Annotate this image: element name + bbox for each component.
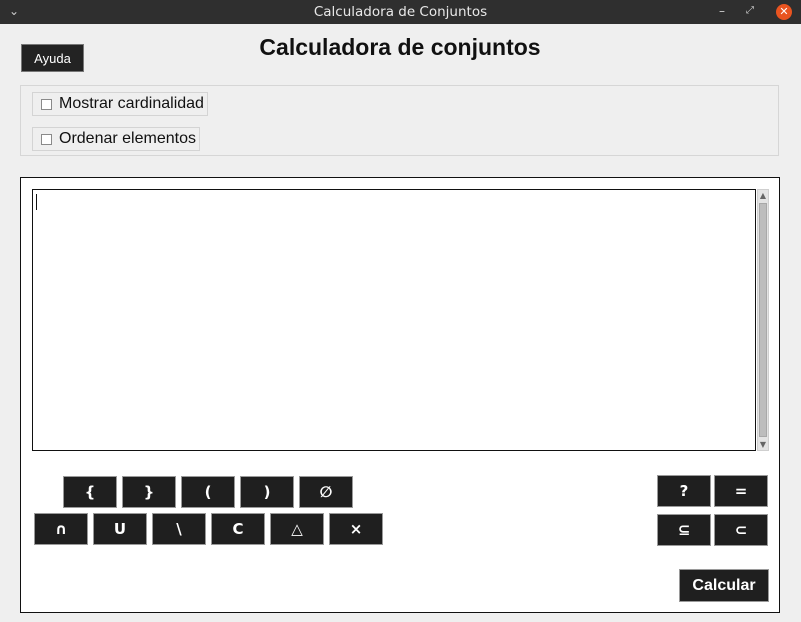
expression-input[interactable] <box>32 189 756 451</box>
checkbox-icon[interactable] <box>41 99 52 110</box>
options-panel: Mostrar cardinalidad Ordenar elementos <box>20 85 779 156</box>
union-button[interactable]: U <box>93 513 147 545</box>
membership-query-button[interactable]: ? <box>657 475 711 507</box>
close-icon[interactable]: ✕ <box>776 4 792 20</box>
page-title: Calculadora de conjuntos <box>259 34 541 60</box>
open-brace-button[interactable]: { <box>63 476 117 508</box>
help-button[interactable]: Ayuda <box>21 44 84 72</box>
empty-set-button[interactable]: ∅ <box>299 476 353 508</box>
scrollbar-thumb[interactable] <box>759 203 767 437</box>
cartesian-product-button[interactable]: × <box>329 513 383 545</box>
equals-button[interactable]: = <box>714 475 768 507</box>
window-title-bar: ⌄ Calculadora de Conjuntos – ⤢ ✕ <box>0 0 801 24</box>
subset-eq-button[interactable]: ⊆ <box>657 514 711 546</box>
show-cardinality-label: Mostrar cardinalidad <box>59 95 204 112</box>
calculate-button[interactable]: Calcular <box>679 569 769 602</box>
show-cardinality-checkbox[interactable]: Mostrar cardinalidad <box>32 92 208 116</box>
text-caret <box>36 194 37 210</box>
symmetric-difference-button[interactable]: △ <box>270 513 324 545</box>
proper-subset-button[interactable]: ⊂ <box>714 514 768 546</box>
checkbox-icon[interactable] <box>41 134 52 145</box>
intersection-button[interactable]: ∩ <box>34 513 88 545</box>
scroll-down-icon[interactable]: ▼ <box>758 439 768 450</box>
calculator-panel: ▲ ▼ { } ( ) ∅ ∩ U \ C △ × ? = ⊆ ⊂ Calcul… <box>20 177 780 613</box>
difference-button[interactable]: \ <box>152 513 206 545</box>
minimize-icon[interactable]: – <box>719 2 725 20</box>
scroll-up-icon[interactable]: ▲ <box>758 190 768 201</box>
open-paren-button[interactable]: ( <box>181 476 235 508</box>
window-title: Calculadora de Conjuntos <box>313 4 488 20</box>
editor-scrollbar[interactable]: ▲ ▼ <box>757 189 769 451</box>
maximize-icon[interactable]: ⤢ <box>746 2 754 20</box>
close-brace-button[interactable]: } <box>122 476 176 508</box>
close-paren-button[interactable]: ) <box>240 476 294 508</box>
sort-elements-label: Ordenar elementos <box>59 130 196 147</box>
complement-button[interactable]: C <box>211 513 265 545</box>
sort-elements-checkbox[interactable]: Ordenar elementos <box>32 127 200 151</box>
